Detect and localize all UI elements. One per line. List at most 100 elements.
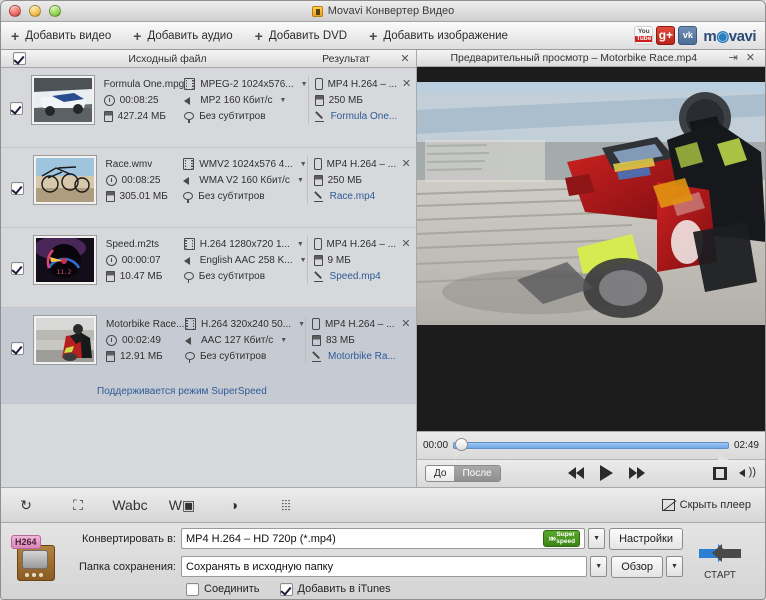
- subtitles-cell[interactable]: Без субтитров: [185, 348, 305, 364]
- seek-handle[interactable]: [455, 438, 468, 451]
- rotate-icon[interactable]: ↻: [15, 494, 37, 516]
- browse-dropdown-button[interactable]: ▼: [666, 556, 683, 577]
- add-audio-button[interactable]: + Добавить аудио: [123, 22, 244, 49]
- output-name-cell[interactable]: Speed.mp4: [314, 268, 396, 284]
- video-stream-dropdown[interactable]: WMV2 1024x576 4... ▼: [183, 156, 306, 172]
- table-row[interactable]: 11.2 Speed.m2ts 00:00:07 10.: [1, 228, 416, 308]
- output-name-cell[interactable]: Formula One...: [315, 108, 398, 124]
- trim-end-marker[interactable]: [718, 449, 729, 460]
- subtitles-cell[interactable]: Без субтитров: [184, 268, 307, 284]
- output-format-value: MP4 H.264 – ...: [327, 239, 396, 250]
- file-name-cell: Race.wmv: [106, 156, 184, 172]
- tv-screen: [22, 550, 48, 569]
- merge-checkbox-group[interactable]: Соединить: [186, 583, 260, 596]
- fast-forward-icon[interactable]: [629, 467, 645, 479]
- player-right-controls: )): [713, 466, 757, 480]
- table-row[interactable]: Motorbike Race... 00:02:49 12.91 МБ: [1, 308, 416, 404]
- remove-row-button[interactable]: ✕: [396, 156, 416, 172]
- output-name-cell[interactable]: Race.mp4: [314, 188, 396, 204]
- subtitles-value: Без субтитров: [199, 271, 265, 282]
- clear-list-button[interactable]: ✕: [394, 52, 416, 65]
- video-stream-dropdown[interactable]: H.264 320x240 50... ▼: [185, 316, 305, 332]
- output-size-cell: 250 МБ: [315, 92, 398, 108]
- hide-player-icon: [662, 499, 675, 511]
- seek-bar[interactable]: [453, 441, 729, 449]
- video-stream-dropdown[interactable]: H.264 1280x720 1... ▼: [184, 236, 307, 252]
- subtitles-cell[interactable]: Без субтитров: [184, 108, 307, 124]
- save-folder-field[interactable]: Сохранять в исходную папку: [181, 556, 587, 577]
- row-checkbox-cell[interactable]: [1, 316, 34, 380]
- remove-row-button[interactable]: ✕: [397, 76, 416, 92]
- tab-after[interactable]: После: [454, 466, 499, 481]
- remove-row-button[interactable]: ✕: [396, 316, 416, 332]
- select-all-cell[interactable]: [1, 52, 37, 65]
- vk-icon[interactable]: vk: [678, 26, 697, 45]
- audio-stream-dropdown[interactable]: English AAC 258 K... ▼: [184, 252, 307, 268]
- row-checkbox[interactable]: [10, 102, 23, 115]
- start-button[interactable]: СТАРТ: [683, 542, 757, 581]
- adjust-color-icon[interactable]: ◑: [223, 494, 245, 516]
- row-checkbox[interactable]: [11, 262, 24, 275]
- youtube-icon[interactable]: You Tube: [634, 26, 653, 45]
- add-video-button[interactable]: + Добавить видео: [1, 22, 123, 49]
- text-watermark-icon[interactable]: Wabc: [119, 494, 141, 516]
- audio-stream-dropdown[interactable]: MP2 160 Кбит/с ▼: [184, 92, 307, 108]
- subtitles-cell[interactable]: Без субтитров: [183, 188, 306, 204]
- add-image-button[interactable]: + Добавить изображение: [359, 22, 520, 49]
- volume-icon[interactable]: )): [739, 466, 757, 480]
- image-watermark-icon[interactable]: W▣: [171, 494, 193, 516]
- preview-header: Предварительный просмотр – Motorbike Rac…: [417, 50, 765, 67]
- thumbnail: 11.2: [34, 236, 96, 284]
- audio-stream-value: WMA V2 160 Кбит/с: [199, 175, 290, 186]
- output-name-cell[interactable]: Motorbike Ra...: [312, 348, 396, 364]
- itunes-checkbox[interactable]: [280, 583, 293, 596]
- device-icon: [315, 78, 323, 90]
- video-stream-dropdown[interactable]: MPEG-2 1024x576... ▼: [184, 76, 307, 92]
- row-checkbox-cell[interactable]: [1, 236, 34, 300]
- row-checkbox-cell[interactable]: [1, 76, 32, 140]
- fullscreen-icon[interactable]: [713, 467, 727, 480]
- duration-cell: 00:02:49: [106, 332, 185, 348]
- row-checkbox[interactable]: [11, 182, 24, 195]
- tab-before[interactable]: До: [426, 466, 454, 481]
- social-links: You Tube g+ vk m◉vavi: [634, 26, 761, 45]
- row-checkbox-cell[interactable]: [1, 156, 34, 220]
- browse-button[interactable]: Обзор: [611, 556, 663, 578]
- hide-player-button[interactable]: Скрыть плеер: [662, 499, 751, 511]
- crop-icon[interactable]: ⛶: [67, 494, 89, 516]
- convert-to-dropdown-button[interactable]: ▼: [588, 528, 605, 549]
- rewind-icon[interactable]: [568, 467, 584, 479]
- subtitle-icon: [184, 112, 194, 120]
- film-icon: [185, 318, 196, 330]
- source-info: Formula One.mpg 00:08:25 427.24 МБ: [94, 76, 185, 124]
- file-name: Race.wmv: [106, 159, 153, 170]
- play-icon[interactable]: [600, 465, 613, 481]
- row-checkbox[interactable]: [11, 342, 24, 355]
- settings-button[interactable]: Настройки: [609, 528, 683, 550]
- output-format-cell: MP4 H.264 – ...: [314, 236, 396, 252]
- table-row[interactable]: Race.wmv 00:08:25 305.01 МБ: [1, 148, 416, 228]
- select-all-checkbox[interactable]: [13, 52, 26, 65]
- disk-icon: [106, 191, 115, 202]
- audio-levels-icon[interactable]: ⦙⦙⦙: [275, 494, 297, 516]
- pin-panel-button[interactable]: ⇥: [725, 51, 742, 64]
- table-row[interactable]: Formula One.mpg 00:08:25 427.24 МБ: [1, 68, 416, 148]
- close-preview-button[interactable]: ✕: [742, 51, 759, 64]
- save-folder-dropdown-button[interactable]: ▼: [590, 556, 607, 577]
- filesize-cell: 12.91 МБ: [106, 348, 185, 364]
- add-dvd-button[interactable]: + Добавить DVD: [245, 22, 360, 49]
- audio-stream-dropdown[interactable]: AAC 127 Кбит/с ▼: [185, 332, 305, 348]
- audio-stream-dropdown[interactable]: WMA V2 160 Кбит/с ▼: [183, 172, 306, 188]
- speaker-icon: [183, 174, 194, 186]
- thumbnail: [32, 76, 94, 124]
- convert-to-field[interactable]: MP4 H.264 – HD 720p (*.mp4) »» Super spe…: [181, 528, 585, 549]
- seek-track[interactable]: [453, 442, 729, 449]
- video-preview[interactable]: [417, 67, 765, 431]
- googleplus-icon[interactable]: g+: [656, 26, 675, 45]
- itunes-checkbox-group[interactable]: Добавить в iTunes: [280, 583, 391, 596]
- pencil-icon: [312, 350, 323, 362]
- video-frame: [417, 82, 765, 325]
- before-after-toggle[interactable]: До После: [425, 465, 501, 482]
- remove-row-button[interactable]: ✕: [396, 236, 416, 252]
- merge-checkbox[interactable]: [186, 583, 199, 596]
